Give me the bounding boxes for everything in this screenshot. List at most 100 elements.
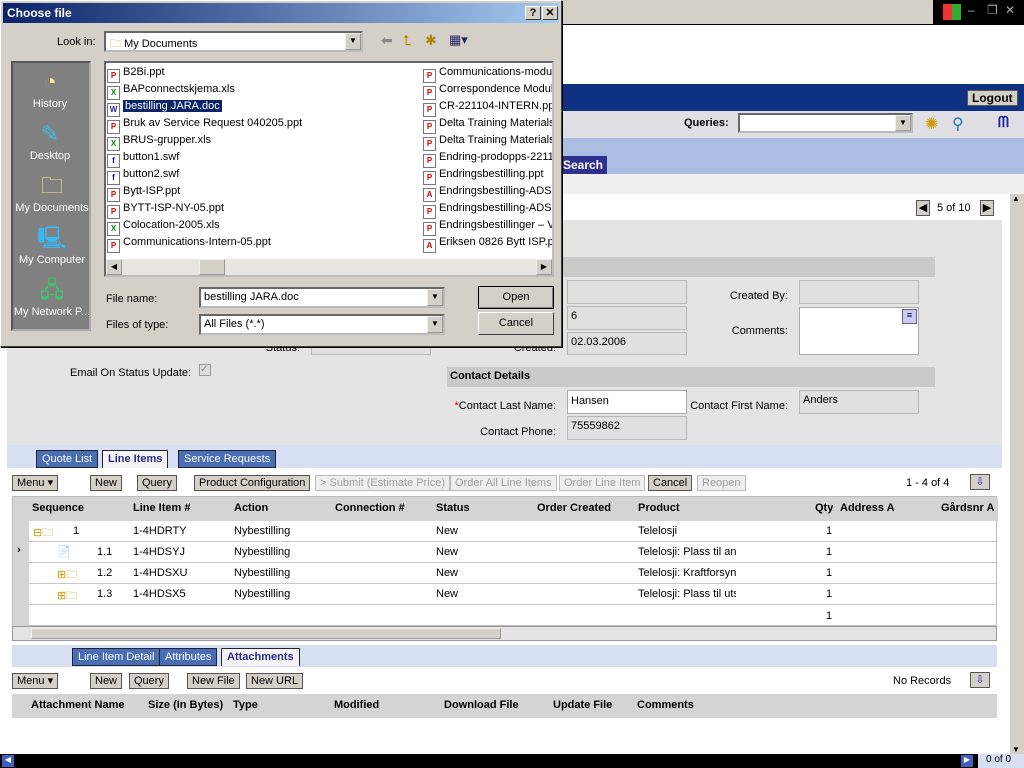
col-download-file[interactable]: Download File: [444, 699, 519, 711]
file-item[interactable]: A Endringsbestilling-ADSL: [423, 183, 552, 202]
close-icon[interactable]: ✕: [1005, 3, 1015, 17]
tab-line-items[interactable]: Line Items: [102, 450, 169, 468]
comments-textarea[interactable]: ≡: [799, 307, 919, 355]
table-row[interactable]: ⊞🗀 1.3 1-4HDSX5 Nybestilling New Telelosji: P…: [29, 584, 996, 605]
email-status-checkbox[interactable]: ✓: [199, 364, 211, 376]
menu-button[interactable]: Menu ▾: [12, 475, 59, 491]
export-icon[interactable]: ⇩: [970, 474, 990, 490]
file-item[interactable]: P Delta Training Materials: [423, 115, 552, 134]
col-attachment-name[interactable]: Attachment Name: [31, 699, 131, 711]
horizontal-scrollbar[interactable]: [12, 626, 997, 641]
contact-last-name-field[interactable]: Hansen: [567, 390, 687, 414]
col-status[interactable]: Status: [436, 502, 470, 514]
file-item[interactable]: P Endring-prodopps-2211: [423, 149, 552, 168]
scroll-left-icon[interactable]: ◀: [2, 755, 14, 767]
col-qty[interactable]: Qty: [815, 502, 833, 514]
tab-quote-list[interactable]: Quote List: [36, 450, 99, 468]
table-row[interactable]: ⊞🗀 1.2 1-4HDSXU Nybestilling New Telelosji: K…: [29, 563, 996, 584]
col-size[interactable]: Size (In Bytes): [148, 699, 223, 711]
col-type[interactable]: Type: [233, 699, 258, 711]
view-menu-icon[interactable]: ▦▾: [449, 32, 468, 48]
next-record-icon[interactable]: ▶: [980, 200, 994, 216]
file-item[interactable]: X BAPconnectskjema.xls: [107, 81, 235, 100]
back-icon[interactable]: ⬅: [381, 32, 393, 49]
file-item[interactable]: X BRUS-grupper.xls: [107, 132, 211, 151]
place-my-computer[interactable]: 🖳 My Computer: [13, 224, 91, 266]
new-folder-icon[interactable]: ✱: [425, 32, 437, 49]
file-item[interactable]: P Bytt-ISP.ppt: [107, 183, 180, 202]
file-item[interactable]: P BYTT-ISP-NY-05.ppt: [107, 200, 224, 219]
document-icon[interactable]: 📄: [57, 545, 71, 558]
file-item[interactable]: X Colocation-2005.xls: [107, 217, 220, 236]
file-item[interactable]: f button2.swf: [107, 166, 179, 185]
new-url-button[interactable]: New URL: [246, 673, 304, 689]
table-row[interactable]: 📄 1.1 1-4HDSYJ Nybestilling New Telelosji: Pl…: [29, 542, 996, 563]
file-item[interactable]: P CR-221104-INTERN.pp: [423, 98, 552, 117]
place-my-network[interactable]: 🖧 My Network P...: [13, 276, 91, 318]
product-configuration-button[interactable]: Product Configuration: [194, 475, 311, 491]
chevron-down-icon[interactable]: ▼: [427, 316, 443, 333]
file-item[interactable]: P Delta Training Materials: [423, 132, 552, 151]
col-address-a[interactable]: Address A: [840, 502, 895, 514]
prev-record-icon[interactable]: ◀: [916, 200, 930, 216]
attachments-new-button[interactable]: New: [90, 673, 123, 689]
file-item[interactable]: P Correspondence Module: [423, 81, 552, 100]
attachments-export-icon[interactable]: ⇩: [970, 672, 990, 688]
file-list-scrollbar[interactable]: ◀ ▶: [106, 259, 552, 275]
minimize-icon[interactable]: –: [968, 3, 975, 17]
col-connection[interactable]: Connection #: [335, 502, 405, 514]
find-binoculars-icon[interactable]: ᗰ: [998, 114, 1009, 131]
new-button[interactable]: New: [90, 475, 123, 491]
chevron-down-icon[interactable]: ▼: [895, 115, 911, 131]
file-item[interactable]: P Communications-module: [423, 64, 552, 83]
file-item[interactable]: P Bruk av Service Request 040205.ppt: [107, 115, 302, 134]
place-history[interactable]: ◔ History: [21, 68, 79, 110]
submit-estimate-button[interactable]: > Submit (Estimate Price): [315, 475, 451, 491]
attachments-menu-button[interactable]: Menu ▾: [12, 673, 59, 689]
col-comments[interactable]: Comments: [637, 699, 694, 711]
queries-dropdown[interactable]: ▼: [738, 113, 913, 133]
table-row[interactable]: ⊟🗀 1 1-4HDRTY Nybestilling New Telelosji 1: [29, 521, 996, 542]
col-order-created[interactable]: Order Created: [537, 502, 611, 514]
file-item[interactable]: Wbestilling JARA.doc: [107, 98, 222, 117]
chevron-down-icon[interactable]: ▼: [345, 33, 361, 50]
logout-button[interactable]: Logout: [967, 90, 1018, 106]
tab-line-item-detail[interactable]: Line Item Detail: [72, 648, 161, 666]
tab-attachments[interactable]: Attachments: [221, 648, 300, 666]
query-button[interactable]: Query: [137, 475, 177, 491]
cancel-line-button[interactable]: Cancel: [648, 475, 693, 491]
file-name-input[interactable]: bestilling JARA.doc ▼: [199, 287, 445, 308]
attachments-query-button[interactable]: Query: [129, 673, 169, 689]
file-item[interactable]: P B2Bi.ppt: [107, 64, 165, 83]
col-line-item[interactable]: Line Item #: [133, 502, 190, 514]
folder-icon[interactable]: ⊞🗀: [57, 587, 77, 606]
up-folder-icon[interactable]: ⮤: [403, 32, 411, 49]
folder-icon[interactable]: ⊟🗀: [33, 524, 53, 543]
search-icon[interactable]: ⚲: [952, 114, 964, 134]
folder-icon[interactable]: ⊞🗀: [57, 566, 77, 585]
expand-icon[interactable]: ≡: [902, 309, 917, 324]
scroll-right-icon[interactable]: ▶: [961, 755, 973, 767]
reopen-button[interactable]: Reopen: [697, 475, 746, 491]
file-list[interactable]: P B2Bi.ppt X BAPconnectskjema.xls Wbestillin…: [104, 61, 554, 277]
file-item[interactable]: P Endringsbestillinger – V: [423, 217, 552, 236]
vertical-scrollbar[interactable]: ▲ ▼: [1010, 194, 1024, 754]
close-button[interactable]: ✕: [542, 6, 558, 20]
col-action[interactable]: Action: [234, 502, 268, 514]
order-line-item-button[interactable]: Order Line Item: [559, 475, 646, 491]
col-gardsnr-a[interactable]: Gårdsnr A: [941, 502, 996, 514]
new-file-button[interactable]: New File: [187, 673, 240, 689]
place-desktop[interactable]: ✎ Desktop: [21, 120, 79, 162]
tab-attributes[interactable]: Attributes: [159, 648, 218, 666]
restore-icon[interactable]: ❐: [987, 3, 998, 17]
dialog-cancel-button[interactable]: Cancel: [478, 312, 554, 335]
col-sequence[interactable]: Sequence: [32, 502, 84, 514]
order-all-button[interactable]: Order All Line Items: [450, 475, 557, 491]
chevron-down-icon[interactable]: ▼: [427, 289, 443, 306]
help-button[interactable]: ?: [525, 6, 541, 20]
col-product[interactable]: Product: [638, 502, 680, 514]
look-in-dropdown[interactable]: 🗀 My Documents ▼: [104, 31, 363, 52]
col-modified[interactable]: Modified: [334, 699, 379, 711]
file-item[interactable]: P Endringsbestilling.ppt: [423, 166, 544, 185]
place-my-documents[interactable]: 🗀 My Documents: [13, 172, 91, 214]
